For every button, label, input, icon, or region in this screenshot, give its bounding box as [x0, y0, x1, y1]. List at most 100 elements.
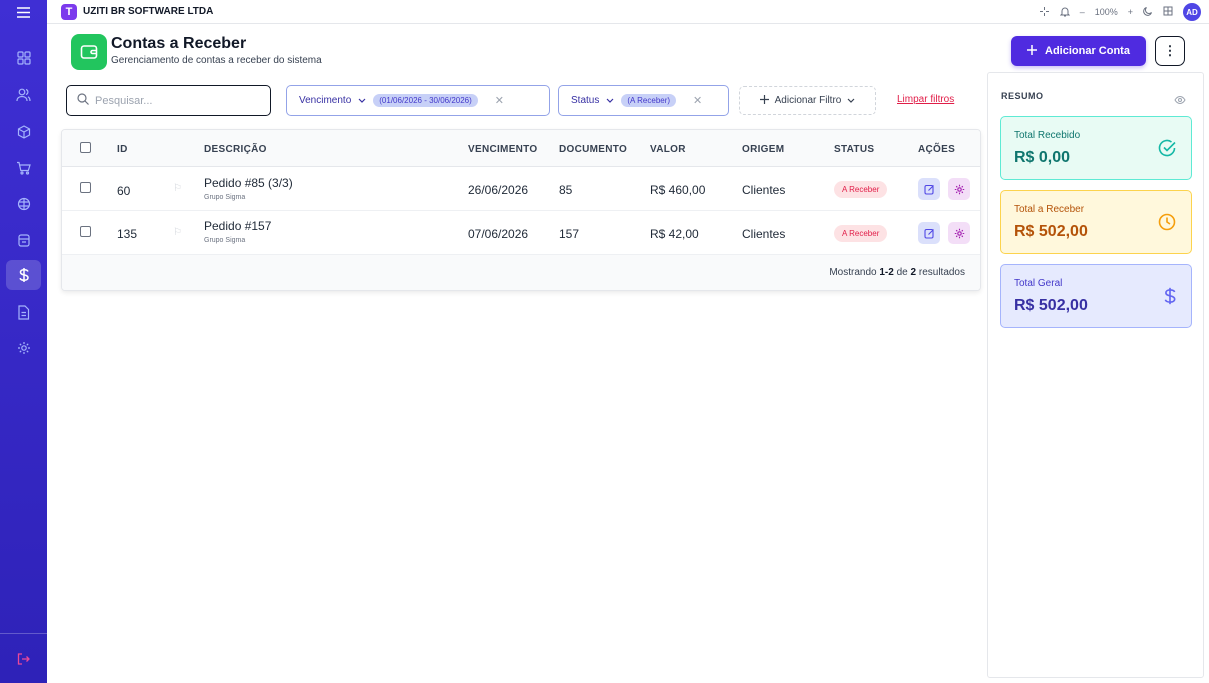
bank-icon[interactable]	[6, 225, 41, 255]
row-documento: 85	[559, 183, 573, 197]
filter-vencimento-value: (01/06/2026 - 30/06/2026)	[373, 94, 478, 107]
wallet-icon	[71, 34, 107, 70]
users-icon[interactable]	[6, 80, 41, 110]
row-vencimento: 26/06/2026	[468, 183, 529, 197]
edit-button[interactable]	[918, 178, 940, 200]
select-all-checkbox[interactable]	[80, 142, 91, 153]
card-geral-label: Total Geral	[1014, 278, 1063, 289]
settings-button[interactable]	[948, 178, 970, 200]
company-name: UZITI BR SOFTWARE LTDA	[83, 6, 214, 17]
page-title: Contas a Receber	[111, 35, 247, 52]
col-descricao[interactable]: DESCRIÇÃO	[204, 144, 267, 155]
search-icon	[77, 92, 89, 110]
row-documento: 157	[559, 227, 580, 241]
box-icon[interactable]	[6, 117, 41, 147]
accounts-table: ID DESCRIÇÃO VENCIMENTO DOCUMENTO VALOR …	[61, 129, 981, 291]
col-valor[interactable]: VALOR	[650, 144, 686, 155]
sidebar	[0, 0, 47, 683]
table-row[interactable]: 60 ⚐ Pedido #85 (3/3) Grupo Sigma 26/06/…	[62, 167, 980, 211]
dashboard-icon[interactable]	[6, 43, 41, 73]
results-prefix: Mostrando	[829, 267, 877, 278]
more-options-button[interactable]: ⋮	[1155, 36, 1185, 66]
results-suffix: resultados	[918, 267, 965, 278]
filter-status-value: (A Receber)	[621, 94, 677, 107]
chevron-down-icon	[606, 95, 614, 106]
zoom-out-button[interactable]: –	[1080, 7, 1085, 17]
package-icon[interactable]	[6, 189, 41, 219]
filter-vencimento-label: Vencimento	[299, 95, 352, 106]
plus-icon	[759, 94, 769, 107]
clear-filters-link[interactable]: Limpar filtros	[897, 94, 954, 105]
menu-icon[interactable]	[0, 0, 47, 24]
results-mid: de	[896, 267, 908, 278]
card-total-a-receber: Total a Receber R$ 502,00	[1000, 190, 1192, 254]
sidebar-divider	[0, 633, 47, 634]
filter-status[interactable]: Status (A Receber) ✕	[558, 85, 729, 116]
row-checkbox[interactable]	[80, 182, 91, 193]
sparkles-icon[interactable]	[1039, 6, 1050, 19]
dollar-icon[interactable]	[6, 260, 41, 290]
row-checkbox[interactable]	[80, 226, 91, 237]
settings-icon[interactable]	[6, 333, 41, 363]
topbar-actions: – 100% + AD	[1039, 2, 1201, 22]
row-origem: Clientes	[742, 227, 786, 241]
col-status[interactable]: STATUS	[834, 144, 874, 155]
card-recebido-value: R$ 0,00	[1014, 149, 1071, 166]
row-valor: R$ 460,00	[650, 183, 706, 197]
add-filter-label: Adicionar Filtro	[774, 95, 842, 106]
apps-grid-icon[interactable]	[1163, 6, 1173, 18]
bell-icon[interactable]	[1059, 6, 1070, 19]
row-descricao: Pedido #157	[204, 219, 272, 233]
logout-icon[interactable]	[6, 644, 41, 674]
filter-status-label: Status	[571, 95, 600, 106]
row-vencimento: 07/06/2026	[468, 227, 529, 241]
table-header: ID DESCRIÇÃO VENCIMENTO DOCUMENTO VALOR …	[62, 130, 980, 167]
avatar[interactable]: AD	[1183, 3, 1201, 21]
dollar-icon	[1163, 286, 1177, 311]
cart-icon[interactable]	[6, 153, 41, 183]
row-valor: R$ 42,00	[650, 227, 699, 241]
chevron-down-icon	[358, 95, 366, 106]
row-cliente: Grupo Sigma	[204, 194, 246, 201]
flag-icon[interactable]: ⚐	[173, 227, 182, 238]
search-box[interactable]	[66, 85, 271, 116]
close-icon[interactable]: ✕	[495, 94, 504, 107]
company-logo: T	[61, 4, 77, 20]
card-total-recebido: Total Recebido R$ 0,00	[1000, 116, 1192, 180]
search-input[interactable]	[95, 94, 255, 107]
topbar: T UZITI BR SOFTWARE LTDA – 100% + AD	[47, 0, 1209, 24]
status-badge: A Receber	[834, 225, 888, 242]
card-geral-value: R$ 502,00	[1014, 297, 1088, 314]
summary-title: RESUMO	[1001, 91, 1044, 101]
col-origem[interactable]: ORIGEM	[742, 144, 784, 155]
card-areceber-label: Total a Receber	[1014, 204, 1085, 215]
add-account-label: Adicionar Conta	[1045, 45, 1130, 57]
col-documento[interactable]: DOCUMENTO	[559, 144, 627, 155]
settings-button[interactable]	[948, 222, 970, 244]
plus-icon	[1027, 44, 1038, 58]
main-content: Contas a Receber Gerenciamento de contas…	[47, 24, 1209, 683]
clock-icon	[1157, 212, 1177, 237]
flag-icon[interactable]: ⚐	[173, 183, 182, 194]
zoom-in-button[interactable]: +	[1128, 7, 1133, 17]
card-areceber-value: R$ 502,00	[1014, 223, 1088, 240]
page-subtitle: Gerenciamento de contas a receber do sis…	[111, 55, 322, 66]
results-summary: Mostrando 1-2 de 2 resultados	[829, 267, 965, 278]
results-total: 2	[910, 267, 917, 278]
col-id[interactable]: ID	[117, 144, 128, 155]
results-range: 1-2	[879, 267, 894, 278]
add-filter-button[interactable]: Adicionar Filtro	[739, 86, 876, 115]
table-row[interactable]: 135 ⚐ Pedido #157 Grupo Sigma 07/06/2026…	[62, 211, 980, 255]
card-recebido-label: Total Recebido	[1014, 130, 1081, 141]
row-id: 135	[117, 227, 138, 241]
document-icon[interactable]	[6, 297, 41, 327]
col-vencimento[interactable]: VENCIMENTO	[468, 144, 538, 155]
edit-button[interactable]	[918, 222, 940, 244]
eye-icon[interactable]	[1174, 91, 1186, 109]
close-icon[interactable]: ✕	[693, 94, 702, 107]
theme-toggle-icon[interactable]	[1143, 6, 1153, 18]
filter-vencimento[interactable]: Vencimento (01/06/2026 - 30/06/2026) ✕	[286, 85, 550, 116]
add-account-button[interactable]: Adicionar Conta	[1011, 36, 1146, 66]
summary-panel: RESUMO Total Recebido R$ 0,00 Total a Re…	[987, 72, 1204, 678]
status-badge: A Receber	[834, 181, 888, 198]
